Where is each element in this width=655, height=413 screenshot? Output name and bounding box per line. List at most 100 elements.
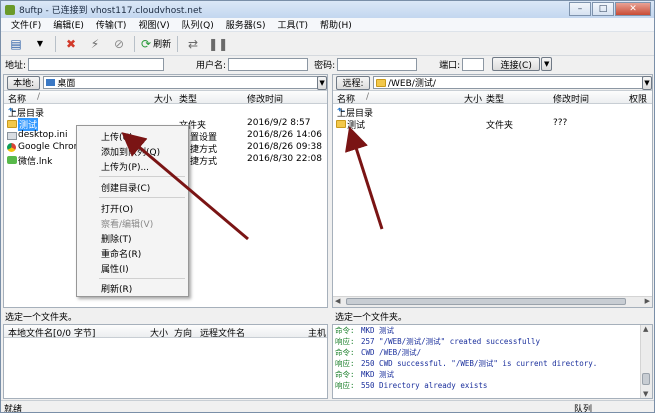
queue-col-host[interactable]: 主机 [308, 326, 326, 339]
connect-button[interactable]: 连接(C) [492, 57, 541, 71]
status-bar: 就绪 队列 [1, 400, 654, 413]
menu-tools[interactable]: 工具(T) [272, 18, 315, 31]
refresh-button[interactable]: ⟳ 刷新 [141, 35, 171, 53]
disconnect-icon[interactable]: ✖ [62, 35, 80, 53]
address-label: 地址: [5, 60, 27, 71]
menu-view[interactable]: 视图(V) [132, 18, 175, 31]
address-input[interactable] [28, 57, 165, 71]
username-input[interactable] [228, 57, 309, 71]
status-right: 队列 [574, 405, 593, 413]
connect-dropdown-icon[interactable]: ▼ [541, 57, 553, 71]
local-col-size[interactable]: 大小 [154, 92, 172, 105]
menu-file[interactable]: 文件(F) [5, 18, 47, 31]
sort-arrow-icon: / [37, 92, 41, 102]
local-location-label: 本地: [13, 79, 35, 89]
menu-help[interactable]: 帮助(H) [314, 18, 358, 31]
site-manager-icon[interactable]: ▤ [7, 35, 25, 53]
local-col-type[interactable]: 类型 [179, 92, 197, 105]
local-file-modified: 2016/8/26 14:06 [247, 130, 322, 140]
toolbar-divider [55, 35, 56, 52]
queue-col-local[interactable]: 本地文件名[0/0 字节] [8, 326, 95, 339]
queue-col-direction[interactable]: 方向 [174, 326, 192, 339]
maximize-icon[interactable]: □ [592, 2, 614, 16]
remote-location-bar: 远程: /WEB/测试/ ▼ [333, 75, 652, 91]
remote-location-label: 远程: [342, 79, 364, 89]
log-text: MKD 测试 [361, 326, 395, 335]
menu-transfer[interactable]: 传输(T) [90, 18, 133, 31]
log-vertical-scrollbar[interactable]: ▲ ▼ [640, 325, 652, 398]
close-icon[interactable]: ✕ [615, 2, 651, 16]
password-input[interactable] [337, 57, 418, 71]
toolbar-divider [134, 35, 135, 52]
ctx-properties[interactable]: 属性(I) [101, 262, 129, 275]
remote-column-header: 名称 / 大小 类型 修改时间 权限 [333, 91, 652, 105]
pause-icon[interactable]: ❚❚ [208, 35, 228, 53]
queue-col-remote[interactable]: 远程文件名 [200, 326, 245, 339]
ctx-upload-as[interactable]: 上传为(P)... [101, 160, 149, 173]
ctx-delete[interactable]: 删除(T) [101, 232, 132, 245]
queue-col-size[interactable]: 大小 [150, 326, 168, 339]
scroll-left-icon[interactable]: ◀ [335, 297, 340, 305]
remote-path-select[interactable]: /WEB/测试/ [373, 76, 643, 89]
local-location-button[interactable]: 本地: [7, 75, 41, 90]
remote-up-row[interactable]: ⬑ 上层目录 [333, 106, 652, 119]
menu-queue[interactable]: 队列(Q) [176, 18, 220, 31]
refresh-icon: ⟳ [141, 36, 152, 51]
sort-arrow-icon: / [366, 92, 370, 102]
ctx-upload[interactable]: 上传(U) [101, 130, 133, 143]
stop-icon[interactable]: ⊘ [110, 35, 128, 53]
ctx-create-directory[interactable]: 创建目录(C) [101, 181, 150, 194]
remote-col-permissions[interactable]: 权限 [629, 92, 647, 105]
ctx-rename[interactable]: 重命名(R) [101, 247, 141, 260]
local-path-select[interactable]: 桌面 [43, 76, 319, 89]
local-path-dropdown-icon[interactable]: ▼ [317, 75, 327, 90]
local-file-name: Google Chrom [18, 142, 83, 152]
remote-location-button[interactable]: 远程: [336, 75, 370, 90]
chrome-icon [7, 143, 16, 152]
queue-column-header: 本地文件名[0/0 字节] 大小 方向 远程文件名 主机 [4, 325, 327, 339]
menu-edit[interactable]: 编辑(E) [47, 18, 90, 31]
ctx-add-to-queue[interactable]: 添加到队列(Q) [101, 145, 160, 158]
log-line: 命令: CWD /WEB/测试/ [335, 347, 421, 358]
dropdown-arrow-icon[interactable]: ▼ [31, 35, 49, 53]
minimize-icon[interactable]: – [569, 2, 591, 16]
local-status: 选定一个文件夹。 [5, 313, 78, 323]
local-col-name[interactable]: 名称 [8, 92, 26, 105]
ctx-divider [99, 197, 185, 198]
scroll-thumb[interactable] [346, 298, 626, 305]
log-line: 命令: MKD 测试 [335, 369, 394, 380]
scroll-right-icon[interactable]: ▶ [645, 297, 650, 305]
log-text: 250 CWD successful. "/WEB/测试" is current… [361, 359, 598, 368]
local-col-modified[interactable]: 修改时间 [247, 92, 283, 105]
port-input[interactable] [462, 57, 485, 71]
remote-file-modified: ??? [553, 118, 568, 128]
log-line: 命令: MKD 测试 [335, 325, 394, 336]
remote-file-type: 文件夹 [486, 121, 514, 131]
log-type: 命令: [335, 326, 355, 335]
transfer-queue-icon[interactable]: ⇄ [184, 35, 202, 53]
remote-path-dropdown-icon[interactable]: ▼ [642, 75, 652, 90]
toolbar-divider [177, 35, 179, 52]
remote-col-type[interactable]: 类型 [486, 92, 504, 105]
local-up-row[interactable]: ⬑ 上层目录 [4, 106, 327, 119]
context-menu: 上传(U) 添加到队列(Q) 上传为(P)... 创建目录(C) 打开(O) 察… [76, 125, 189, 297]
menu-server[interactable]: 服务器(S) [220, 18, 272, 31]
remote-col-modified[interactable]: 修改时间 [553, 92, 589, 105]
log-line: 响应: 257 "/WEB/测试/测试" created successfully [335, 336, 540, 347]
remote-horizontal-scrollbar[interactable]: ◀ ▶ [333, 296, 652, 307]
remote-col-name[interactable]: 名称 [337, 92, 355, 105]
remote-file-row[interactable]: 测试 文件夹 ??? [333, 118, 652, 131]
app-logo-icon [5, 4, 15, 15]
scroll-up-icon[interactable]: ▲ [643, 325, 648, 333]
remote-col-size[interactable]: 大小 [464, 92, 482, 105]
username-label: 用户名: [196, 60, 227, 71]
ctx-divider [99, 278, 185, 279]
connection-bar: 地址: 用户名: 密码: 端口: 连接(C) ▼ [1, 56, 654, 72]
log-type: 命令: [335, 348, 355, 357]
scroll-down-icon[interactable]: ▼ [643, 390, 648, 398]
log-text: CWD /WEB/测试/ [361, 348, 422, 357]
ctx-refresh[interactable]: 刷新(R) [101, 282, 132, 295]
quick-connect-icon[interactable]: ⚡ [86, 35, 104, 53]
ctx-open[interactable]: 打开(O) [101, 202, 133, 215]
scroll-thumb[interactable] [642, 373, 650, 385]
